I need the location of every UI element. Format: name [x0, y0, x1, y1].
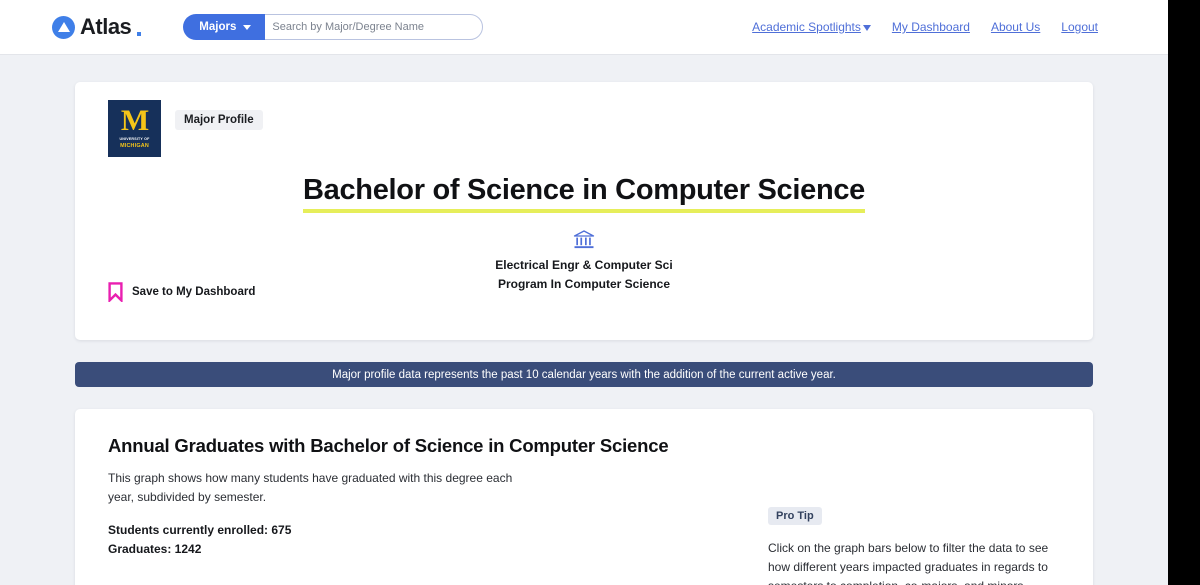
save-to-dashboard-button[interactable]: Save to My Dashboard	[108, 282, 255, 302]
bookmark-icon	[108, 282, 123, 302]
graph-description: This graph shows how many students have …	[108, 469, 538, 508]
university-of-michigan-logo: M UNIVERSITY OF MICHIGAN	[108, 100, 161, 157]
logo-subtext-line1: UNIVERSITY OF	[119, 137, 150, 141]
search-scope-dropdown-button[interactable]: Majors	[183, 14, 266, 40]
triangle-circle-logo-icon	[52, 15, 75, 39]
search-group: Majors	[183, 14, 484, 40]
top-navigation-bar: Atlas Majors Academic Spotlights My Dash…	[0, 0, 1168, 55]
logo-dot-icon	[137, 32, 142, 36]
search-input[interactable]	[255, 14, 484, 40]
graph-description-line-1: This graph shows how many students have …	[108, 471, 513, 485]
pro-tip-block: Pro Tip Click on the graph bars below to…	[768, 506, 1068, 585]
logo-subtext: UNIVERSITY OF MICHIGAN	[119, 137, 149, 151]
search-scope-label: Majors	[199, 21, 237, 33]
nav-link-my-dashboard[interactable]: My Dashboard	[892, 20, 970, 34]
primary-nav-links: Academic Spotlights My Dashboard About U…	[752, 20, 1098, 34]
pro-tip-line-1: Click on the graph bars below to filter …	[768, 541, 1049, 555]
department-name: Electrical Engr & Computer Sci	[495, 258, 673, 272]
major-profile-card: M UNIVERSITY OF MICHIGAN Major Profile B…	[75, 82, 1093, 340]
chevron-down-icon	[243, 24, 252, 30]
pro-tip-line-3: semesters to completion, co-majors, and …	[768, 577, 1063, 585]
brand-name: Atlas	[80, 14, 132, 39]
page-body: M UNIVERSITY OF MICHIGAN Major Profile B…	[0, 82, 1168, 585]
pro-tip-text: Click on the graph bars below to filter …	[768, 539, 1063, 585]
pro-tip-line-2: how different years impacted graduates i…	[768, 559, 1048, 574]
atlas-logo[interactable]: Atlas	[52, 14, 142, 40]
nav-link-academic-spotlights[interactable]: Academic Spotlights	[752, 20, 871, 34]
major-profile-badge: Major Profile	[175, 110, 263, 130]
chevron-down-icon	[862, 25, 871, 31]
graph-section-title: Annual Graduates with Bachelor of Scienc…	[108, 435, 669, 456]
logo-subtext-line2: MICHIGAN	[120, 143, 149, 150]
page-title-text: Bachelor of Science in Computer Science	[302, 174, 865, 213]
nav-link-label: Academic Spotlights	[752, 20, 861, 34]
nav-link-logout[interactable]: Logout	[1061, 20, 1098, 34]
graph-description-line-2: year, subdivided by semester.	[108, 490, 267, 505]
data-coverage-notice-banner: Major profile data represents the past 1…	[75, 362, 1093, 387]
nav-link-about-us[interactable]: About Us	[991, 20, 1040, 34]
bank-icon	[573, 230, 595, 249]
page-title: Bachelor of Science in Computer Science	[75, 174, 1093, 213]
logo-letter-m: M	[120, 103, 149, 137]
pro-tip-badge: Pro Tip	[768, 507, 822, 525]
browser-viewport: Atlas Majors Academic Spotlights My Dash…	[0, 0, 1168, 585]
save-to-dashboard-label: Save to My Dashboard	[132, 286, 256, 298]
notice-text: Major profile data represents the past 1…	[332, 368, 836, 381]
